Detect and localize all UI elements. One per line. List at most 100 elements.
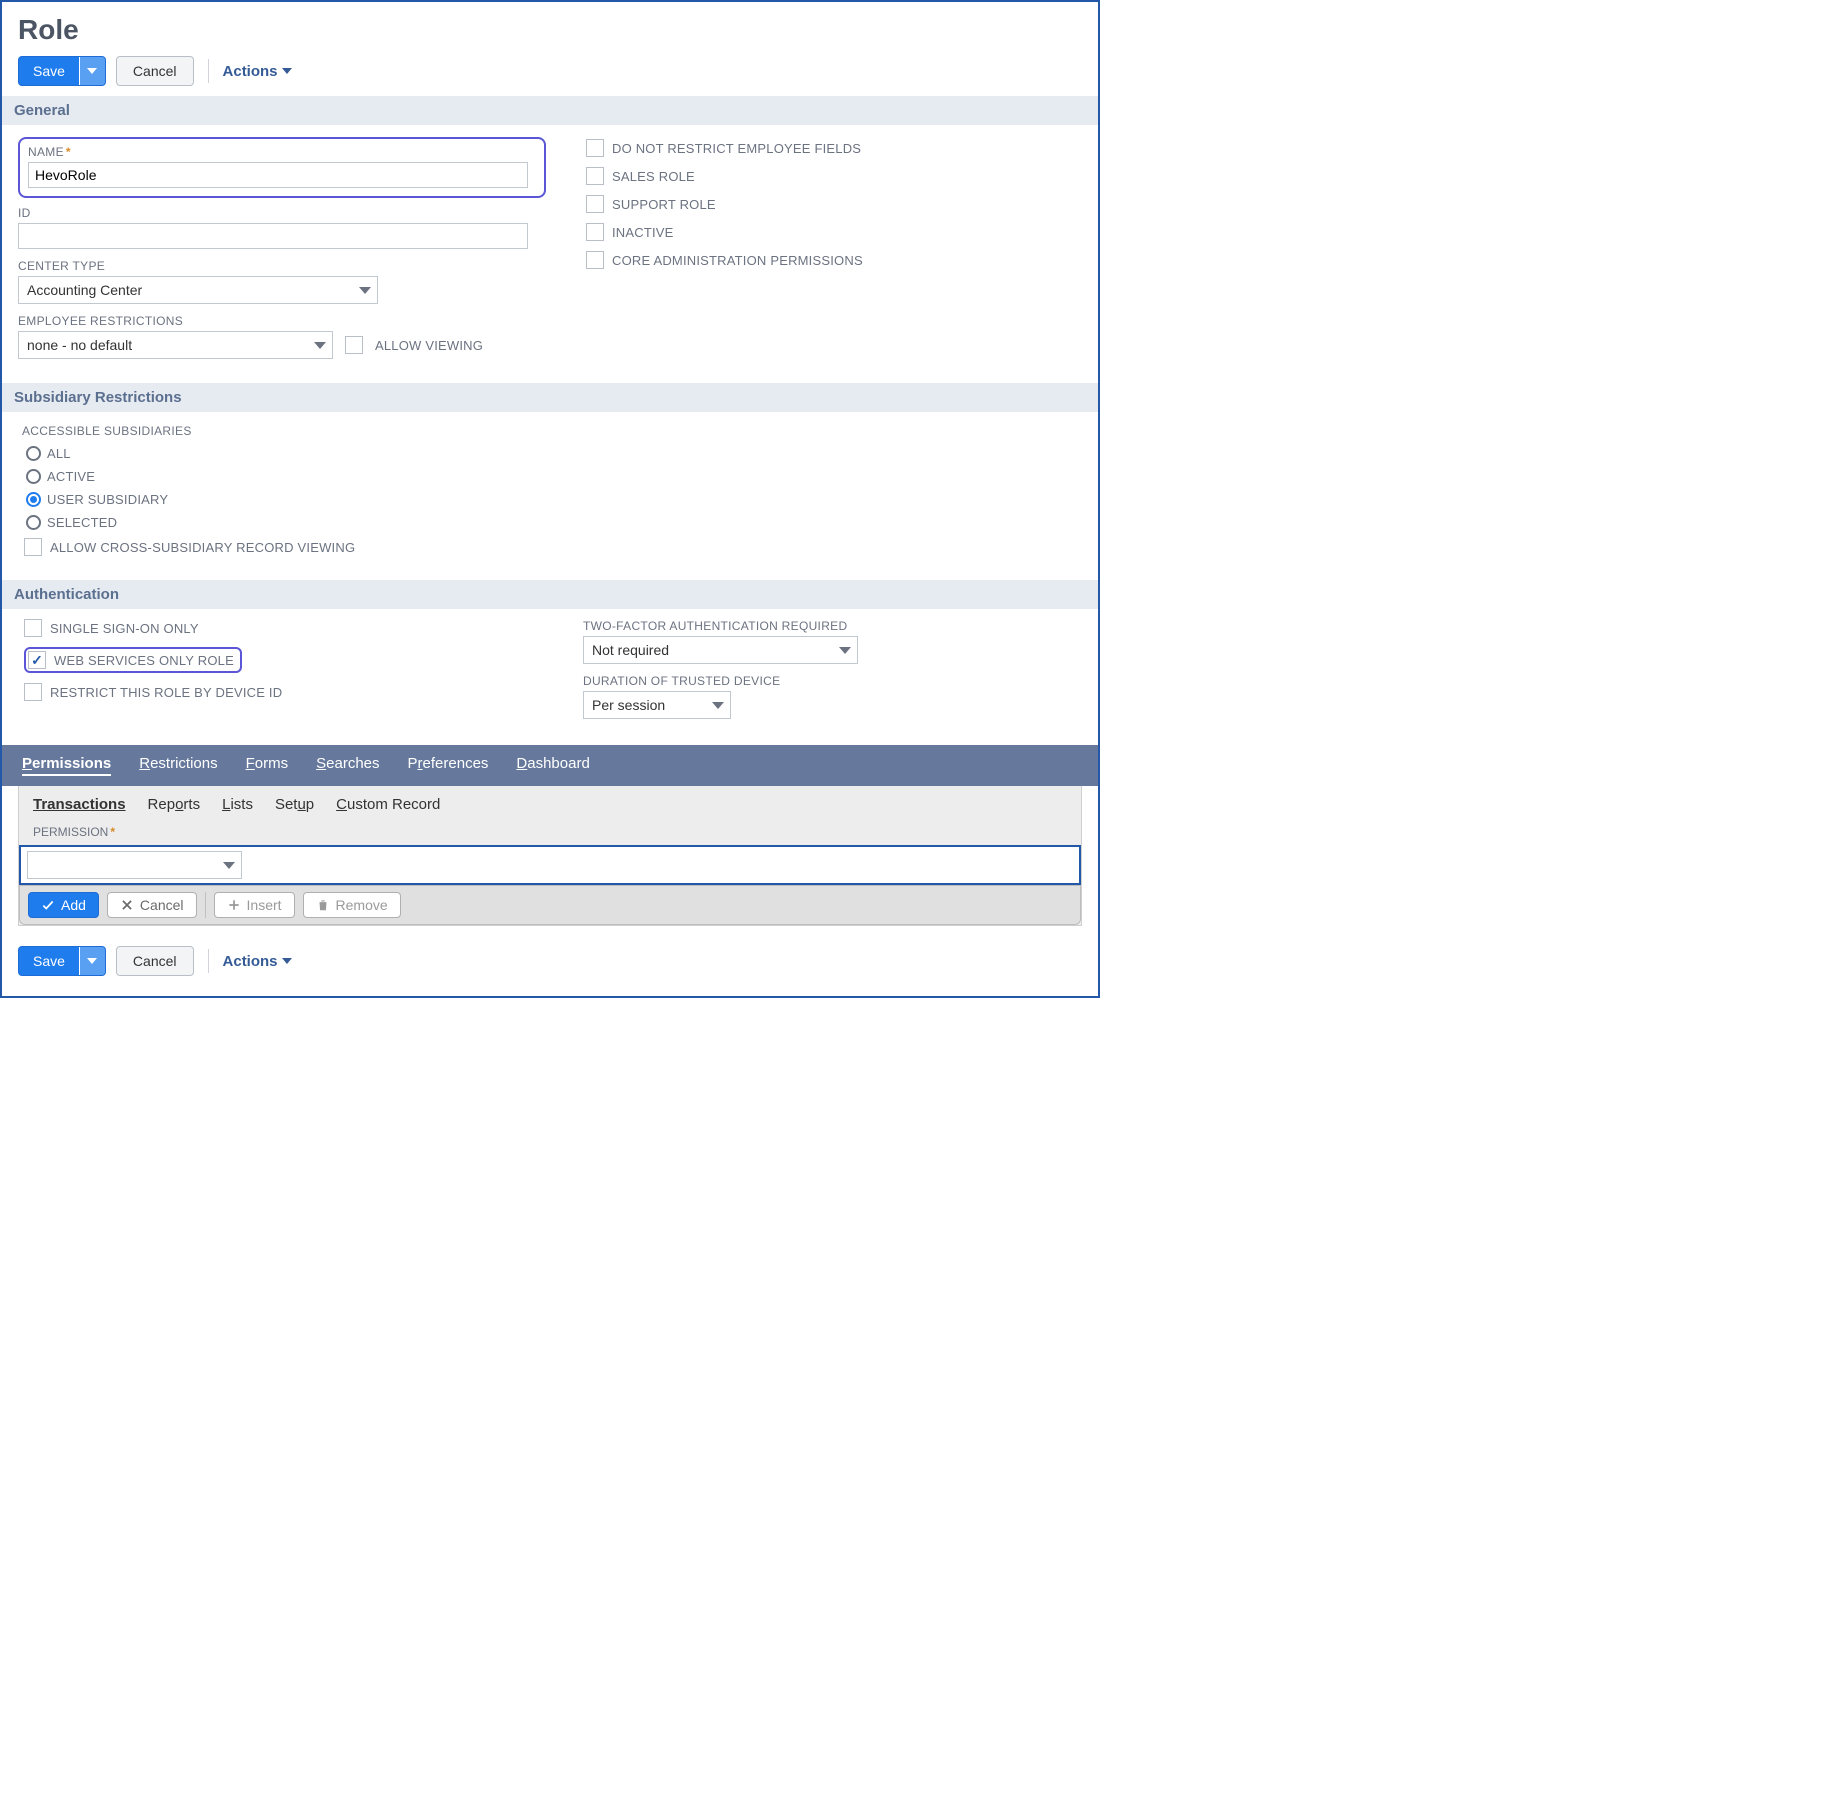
web-services-highlight: WEB SERVICES ONLY ROLE xyxy=(24,647,242,673)
section-authentication-header: Authentication xyxy=(2,580,1098,609)
subtab-custom-record[interactable]: Custom Record xyxy=(336,796,440,813)
chevron-down-icon xyxy=(87,68,97,74)
web-services-label: WEB SERVICES ONLY ROLE xyxy=(54,653,234,668)
chevron-down-icon xyxy=(839,647,851,654)
tab-preferences[interactable]: Preferences xyxy=(408,755,489,776)
id-input[interactable] xyxy=(18,223,528,249)
allow-cross-subsidiary-label: ALLOW CROSS-SUBSIDIARY RECORD VIEWING xyxy=(50,540,355,555)
center-type-select[interactable]: Accounting Center xyxy=(18,276,378,304)
cancel-button[interactable]: Cancel xyxy=(116,56,194,86)
tab-dashboard[interactable]: Dashboard xyxy=(516,755,589,776)
allow-cross-subsidiary-checkbox[interactable] xyxy=(24,538,42,556)
permission-select[interactable] xyxy=(27,851,242,879)
support-role-checkbox[interactable] xyxy=(586,195,604,213)
emp-restrictions-select[interactable]: none - no default xyxy=(18,331,333,359)
row-cancel-label: Cancel xyxy=(140,897,184,913)
tfa-label: TWO-FACTOR AUTHENTICATION REQUIRED xyxy=(583,619,1082,633)
tfa-value: Not required xyxy=(592,642,669,658)
tab-searches[interactable]: Searches xyxy=(316,755,379,776)
section-general-body: NAME* ID CENTER TYPE Accounting Center E… xyxy=(2,125,1098,383)
center-type-label: CENTER TYPE xyxy=(18,259,546,273)
tab-restrictions[interactable]: Restrictions xyxy=(139,755,217,776)
tabs-secondary: Transactions Reports Lists Setup Custom … xyxy=(19,786,1081,821)
restrict-device-label: RESTRICT THIS ROLE BY DEVICE ID xyxy=(50,685,282,700)
add-button[interactable]: Add xyxy=(28,892,99,918)
footer-save-button[interactable]: Save xyxy=(18,946,106,976)
remove-button[interactable]: Remove xyxy=(303,892,401,918)
page-header: Role Save Cancel Actions xyxy=(2,2,1098,96)
inactive-label: INACTIVE xyxy=(612,225,674,240)
accessible-subsidiaries-label: ACCESSIBLE SUBSIDIARIES xyxy=(22,424,1078,438)
x-icon xyxy=(120,898,134,912)
actions-menu[interactable]: Actions xyxy=(223,63,292,80)
chevron-down-icon xyxy=(314,342,326,349)
plus-icon xyxy=(227,898,241,912)
radio-active[interactable] xyxy=(26,469,41,484)
section-authentication-body: SINGLE SIGN-ON ONLY WEB SERVICES ONLY RO… xyxy=(2,609,1098,745)
trusted-duration-value: Per session xyxy=(592,697,665,713)
allow-viewing-checkbox[interactable] xyxy=(345,336,363,354)
insert-button[interactable]: Insert xyxy=(214,892,295,918)
trash-icon xyxy=(316,898,330,912)
radio-user-subsidiary[interactable] xyxy=(26,492,41,507)
radio-all[interactable] xyxy=(26,446,41,461)
core-admin-checkbox[interactable] xyxy=(586,251,604,269)
subtab-transactions[interactable]: Transactions xyxy=(33,796,126,813)
tfa-select[interactable]: Not required xyxy=(583,636,858,664)
section-subsidiary-body: ACCESSIBLE SUBSIDIARIES ALL ACTIVE USER … xyxy=(2,412,1098,580)
add-label: Add xyxy=(61,897,86,913)
id-field: ID xyxy=(18,206,546,249)
subtab-setup[interactable]: Setup xyxy=(275,796,314,813)
tab-forms[interactable]: Forms xyxy=(246,755,289,776)
required-asterisk: * xyxy=(66,145,71,159)
subtabs-panel: Transactions Reports Lists Setup Custom … xyxy=(18,786,1082,926)
permission-input-row xyxy=(19,845,1081,885)
permission-action-bar: Add Cancel Insert Remove xyxy=(19,885,1081,925)
inactive-checkbox[interactable] xyxy=(586,223,604,241)
no-restrict-emp-checkbox[interactable] xyxy=(586,139,604,157)
actions-label: Actions xyxy=(223,63,278,80)
radio-all-label: ALL xyxy=(47,446,71,461)
remove-label: Remove xyxy=(336,897,388,913)
auth-right-col: TWO-FACTOR AUTHENTICATION REQUIRED Not r… xyxy=(583,619,1082,729)
footer-actions-label: Actions xyxy=(223,953,278,970)
footer-actions-menu[interactable]: Actions xyxy=(223,953,292,970)
tabs-primary: Permissions Restrictions Forms Searches … xyxy=(2,745,1098,786)
emp-restrictions-value: none - no default xyxy=(27,337,132,353)
insert-label: Insert xyxy=(247,897,282,913)
radio-selected[interactable] xyxy=(26,515,41,530)
subtab-reports[interactable]: Reports xyxy=(148,796,201,813)
footer-save-split-button[interactable] xyxy=(79,947,105,975)
subtab-lists[interactable]: Lists xyxy=(222,796,253,813)
general-right-col: DO NOT RESTRICT EMPLOYEE FIELDS SALES RO… xyxy=(586,137,1082,369)
restrict-device-checkbox[interactable] xyxy=(24,683,42,701)
support-role-label: SUPPORT ROLE xyxy=(612,197,716,212)
radio-active-label: ACTIVE xyxy=(47,469,95,484)
chevron-down-icon xyxy=(87,958,97,964)
name-input[interactable] xyxy=(28,162,528,188)
trusted-duration-select[interactable]: Per session xyxy=(583,691,731,719)
tab-permissions[interactable]: Permissions xyxy=(22,755,111,776)
save-button[interactable]: Save xyxy=(18,56,106,86)
no-restrict-emp-label: DO NOT RESTRICT EMPLOYEE FIELDS xyxy=(612,141,861,156)
page-title: Role xyxy=(18,14,1082,46)
chevron-down-icon xyxy=(282,958,292,964)
save-button-label: Save xyxy=(19,63,79,79)
general-left-col: NAME* ID CENTER TYPE Accounting Center E… xyxy=(18,137,546,369)
emp-restrictions-label: EMPLOYEE RESTRICTIONS xyxy=(18,314,546,328)
sales-role-checkbox[interactable] xyxy=(586,167,604,185)
sso-checkbox[interactable] xyxy=(24,619,42,637)
save-split-button[interactable] xyxy=(79,57,105,85)
section-general-header: General xyxy=(2,96,1098,125)
radio-user-subsidiary-label: USER SUBSIDIARY xyxy=(47,492,168,507)
sso-label: SINGLE SIGN-ON ONLY xyxy=(50,621,199,636)
row-cancel-button[interactable]: Cancel xyxy=(107,892,197,918)
chevron-down-icon xyxy=(712,702,724,709)
footer-cancel-button[interactable]: Cancel xyxy=(116,946,194,976)
web-services-checkbox[interactable] xyxy=(28,651,46,669)
check-icon xyxy=(41,898,55,912)
auth-left-col: SINGLE SIGN-ON ONLY WEB SERVICES ONLY RO… xyxy=(24,619,523,729)
footer-save-label: Save xyxy=(19,953,79,969)
chevron-down-icon xyxy=(282,68,292,74)
top-toolbar: Save Cancel Actions xyxy=(18,56,1082,86)
